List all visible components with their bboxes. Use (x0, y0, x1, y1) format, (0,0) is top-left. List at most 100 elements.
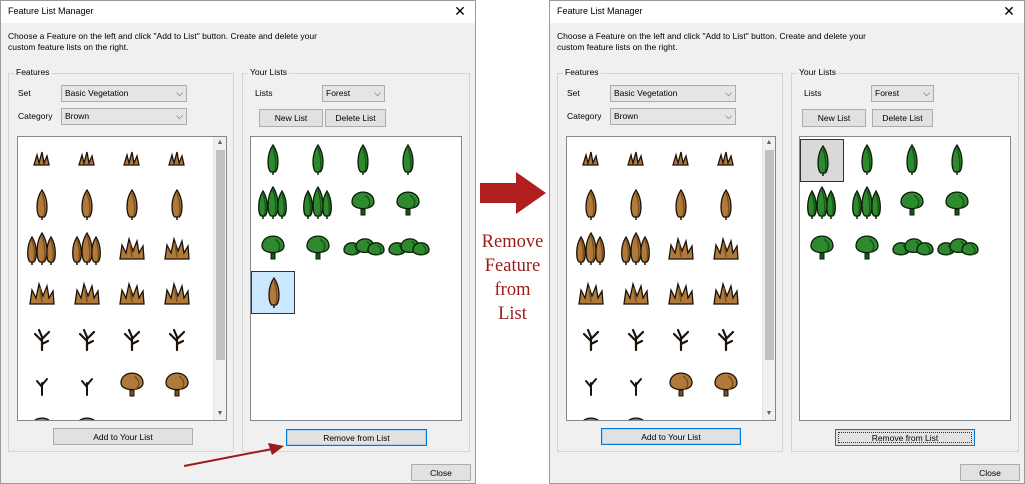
close-button[interactable]: Close (960, 464, 1020, 481)
feature-item-cypress-cluster-icon[interactable] (845, 183, 889, 226)
feature-item-shrub-icon[interactable] (659, 229, 703, 272)
category-dropdown[interactable]: Brown ⌵ (610, 108, 736, 125)
feature-item-cypress-icon[interactable] (935, 139, 979, 182)
feature-item-twig-icon[interactable] (569, 364, 613, 407)
feature-item-bush-group-icon[interactable] (704, 409, 748, 420)
features-list-view[interactable]: ▲ ▼ (17, 136, 227, 421)
feature-item-shrub-icon[interactable] (65, 274, 109, 317)
feature-item-cypress-cluster-icon[interactable] (569, 229, 613, 272)
feature-item-dead-branch-icon[interactable] (155, 319, 199, 362)
feature-item-round-tree-icon[interactable] (800, 227, 844, 270)
feature-item-dead-branch-icon[interactable] (569, 319, 613, 362)
scroll-down-icon[interactable]: ▼ (214, 408, 226, 420)
feature-item-cypress-icon[interactable] (110, 184, 154, 227)
remove-from-list-button[interactable]: Remove from List (286, 429, 427, 446)
feature-item-shrub-icon[interactable] (569, 274, 613, 317)
set-dropdown[interactable]: Basic Vegetation ⌵ (610, 85, 736, 102)
feature-item-cypress-cluster-icon[interactable] (296, 183, 340, 226)
feature-item-cypress-icon[interactable] (155, 184, 199, 227)
lists-dropdown[interactable]: Forest ⌵ (871, 85, 934, 102)
feature-item-cypress-icon[interactable] (845, 139, 889, 182)
feature-item-tuft-icon[interactable] (65, 139, 109, 182)
scroll-up-icon[interactable]: ▲ (763, 137, 775, 149)
feature-item-cypress-icon[interactable] (659, 184, 703, 227)
feature-item-round-tree-icon[interactable] (845, 227, 889, 270)
vertical-scrollbar[interactable]: ▲ ▼ (762, 137, 775, 420)
feature-item-twig-icon[interactable] (20, 364, 64, 407)
vertical-scrollbar[interactable]: ▲ ▼ (213, 137, 226, 420)
feature-item-shrub-icon[interactable] (614, 274, 658, 317)
remove-from-list-button[interactable]: Remove from List (835, 429, 975, 446)
new-list-button[interactable]: New List (259, 109, 323, 127)
feature-item-twig-icon[interactable] (65, 364, 109, 407)
feature-item-cypress-cluster-icon[interactable] (251, 183, 295, 226)
feature-item-round-tree-icon[interactable] (890, 183, 934, 226)
feature-item-round-tree-icon[interactable] (110, 364, 154, 407)
lists-dropdown[interactable]: Forest ⌵ (322, 85, 385, 102)
feature-item-cypress-cluster-icon[interactable] (20, 229, 64, 272)
delete-list-button[interactable]: Delete List (872, 109, 933, 127)
feature-item-cypress-icon[interactable] (251, 271, 295, 314)
features-list-view[interactable]: ▲ ▼ (566, 136, 776, 421)
add-to-list-button[interactable]: Add to Your List (601, 428, 741, 445)
feature-item-bush-group-icon[interactable] (386, 227, 430, 270)
feature-item-cypress-cluster-icon[interactable] (800, 183, 844, 226)
feature-item-dead-branch-icon[interactable] (20, 319, 64, 362)
feature-item-bush-group-icon[interactable] (155, 409, 199, 420)
feature-item-shrub-icon[interactable] (155, 229, 199, 272)
feature-item-cypress-cluster-icon[interactable] (614, 229, 658, 272)
feature-item-dead-branch-icon[interactable] (110, 319, 154, 362)
feature-item-cypress-icon[interactable] (704, 184, 748, 227)
feature-item-shrub-icon[interactable] (20, 274, 64, 317)
feature-item-bush-group-icon[interactable] (341, 227, 385, 270)
delete-list-button[interactable]: Delete List (325, 109, 386, 127)
feature-item-round-tree-icon[interactable] (704, 364, 748, 407)
feature-item-shrub-icon[interactable] (155, 274, 199, 317)
set-dropdown[interactable]: Basic Vegetation ⌵ (61, 85, 187, 102)
feature-item-shrub-icon[interactable] (704, 229, 748, 272)
feature-item-tuft-icon[interactable] (155, 139, 199, 182)
feature-item-cypress-icon[interactable] (386, 139, 430, 182)
feature-item-shrub-icon[interactable] (110, 274, 154, 317)
feature-item-round-tree-icon[interactable] (155, 364, 199, 407)
feature-item-bush-group-icon[interactable] (935, 227, 979, 270)
feature-item-cypress-icon[interactable] (20, 184, 64, 227)
feature-item-tuft-icon[interactable] (20, 139, 64, 182)
feature-item-round-tree-icon[interactable] (20, 409, 64, 420)
feature-item-shrub-icon[interactable] (704, 274, 748, 317)
category-dropdown[interactable]: Brown ⌵ (61, 108, 187, 125)
feature-item-round-tree-icon[interactable] (614, 409, 658, 420)
close-icon[interactable]: ✕ (994, 1, 1024, 23)
feature-item-round-tree-icon[interactable] (569, 409, 613, 420)
feature-item-cypress-icon[interactable] (251, 139, 295, 182)
feature-item-dead-branch-icon[interactable] (704, 319, 748, 362)
feature-item-round-tree-icon[interactable] (341, 183, 385, 226)
feature-item-cypress-icon[interactable] (800, 139, 844, 182)
feature-item-round-tree-icon[interactable] (296, 227, 340, 270)
feature-item-dead-branch-icon[interactable] (65, 319, 109, 362)
feature-item-bush-group-icon[interactable] (890, 227, 934, 270)
feature-item-dead-branch-icon[interactable] (614, 319, 658, 362)
new-list-button[interactable]: New List (802, 109, 866, 127)
scrollbar-thumb[interactable] (765, 150, 774, 360)
feature-item-tuft-icon[interactable] (659, 139, 703, 182)
feature-item-bush-group-icon[interactable] (110, 409, 154, 420)
feature-item-round-tree-icon[interactable] (386, 183, 430, 226)
feature-item-shrub-icon[interactable] (110, 229, 154, 272)
scroll-up-icon[interactable]: ▲ (214, 137, 226, 149)
feature-item-cypress-icon[interactable] (614, 184, 658, 227)
feature-item-dead-branch-icon[interactable] (659, 319, 703, 362)
feature-item-tuft-icon[interactable] (614, 139, 658, 182)
your-list-view[interactable] (250, 136, 462, 421)
feature-item-tuft-icon[interactable] (704, 139, 748, 182)
feature-item-twig-icon[interactable] (614, 364, 658, 407)
feature-item-cypress-icon[interactable] (890, 139, 934, 182)
feature-item-bush-group-icon[interactable] (659, 409, 703, 420)
feature-item-cypress-icon[interactable] (569, 184, 613, 227)
your-list-view[interactable] (799, 136, 1011, 421)
feature-item-tuft-icon[interactable] (569, 139, 613, 182)
feature-item-tuft-icon[interactable] (110, 139, 154, 182)
feature-item-shrub-icon[interactable] (659, 274, 703, 317)
feature-item-cypress-cluster-icon[interactable] (65, 229, 109, 272)
feature-item-round-tree-icon[interactable] (65, 409, 109, 420)
